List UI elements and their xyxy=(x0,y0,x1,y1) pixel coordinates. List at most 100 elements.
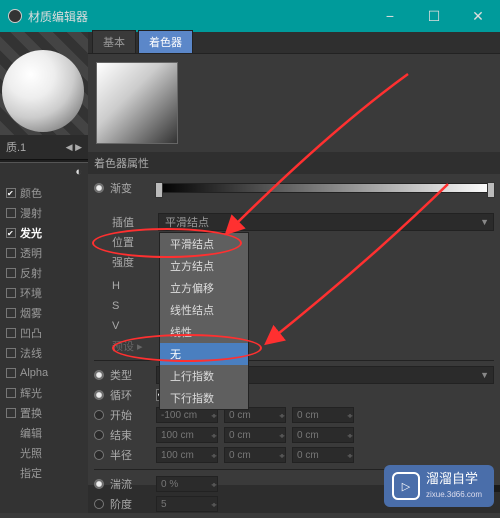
preview-nav-arrows[interactable]: ◀ ▶ xyxy=(66,142,82,153)
chevron-down-icon: ▼ xyxy=(480,370,489,380)
channel-row-illum[interactable]: 光照 xyxy=(0,443,88,463)
left-column: 质.1 ◀ ▶ ◐ 颜色 漫射 发光 透明 反射 环境 烟雾 凹凸 法线 Alp… xyxy=(0,32,88,485)
material-preview[interactable] xyxy=(0,32,88,135)
channel-label: 编辑 xyxy=(20,425,82,441)
channel-label: 发光 xyxy=(20,225,82,241)
channel-row-diffuse[interactable]: 漫射 xyxy=(0,203,88,223)
channel-label: 烟雾 xyxy=(20,305,82,321)
channel-toggle[interactable] xyxy=(6,348,16,358)
channel-row-transparency[interactable]: 透明 xyxy=(0,243,88,263)
menu-item[interactable]: 线性 xyxy=(160,321,248,343)
channel-toggle[interactable] xyxy=(6,308,16,318)
material-name[interactable]: 质.1 xyxy=(6,139,26,155)
channel-label: 透明 xyxy=(20,245,82,261)
octaves-input[interactable]: 5 xyxy=(156,496,218,512)
label-end: 结束 xyxy=(110,427,150,443)
section-header: 着色器属性 xyxy=(88,152,500,174)
right-column: 基本 着色器 着色器属性 渐变 插值 平滑结点 ▼ 平滑结点 xyxy=(88,32,500,485)
radio-type[interactable] xyxy=(94,370,104,380)
channel-row-normal[interactable]: 法线 xyxy=(0,343,88,363)
menu-item-highlight[interactable]: 无 xyxy=(160,343,248,365)
play-icon: ▷ xyxy=(392,472,420,500)
label-start: 开始 xyxy=(110,407,150,423)
label-octaves: 阶度 xyxy=(110,496,150,512)
channel-row-bump[interactable]: 凹凸 xyxy=(0,323,88,343)
shader-thumbnail[interactable] xyxy=(96,62,178,144)
channel-label: 指定 xyxy=(20,465,82,481)
menu-item[interactable]: 上行指数 xyxy=(160,365,248,387)
radio-end[interactable] xyxy=(94,430,104,440)
label-intensity: 强度 xyxy=(112,254,152,270)
menu-item[interactable]: 下行指数 xyxy=(160,387,248,409)
menu-item[interactable]: 立方偏移 xyxy=(160,277,248,299)
radio-oct[interactable] xyxy=(94,499,104,509)
channel-toggle[interactable] xyxy=(6,408,16,418)
window-title: 材质编辑器 xyxy=(28,8,368,25)
channel-row-color[interactable]: 颜色 xyxy=(0,183,88,203)
channel-toggle[interactable] xyxy=(6,248,16,258)
label-radius: 半径 xyxy=(110,447,150,463)
label-type: 类型 xyxy=(110,367,150,383)
channel-toggle[interactable] xyxy=(6,388,16,398)
label-position: 位置 xyxy=(112,234,152,250)
channel-row-luminance[interactable]: 发光 xyxy=(0,223,88,243)
channel-row-edit[interactable]: 编辑 xyxy=(0,423,88,443)
radio-radius[interactable] xyxy=(94,450,104,460)
radio-turb[interactable] xyxy=(94,479,104,489)
gradient-bar[interactable] xyxy=(156,183,494,193)
title-bar: 材质编辑器 − ☐ ✕ xyxy=(0,0,500,32)
channel-toggle[interactable] xyxy=(6,288,16,298)
close-button[interactable]: ✕ xyxy=(456,0,500,32)
channel-toggle[interactable] xyxy=(6,328,16,338)
channel-toggle[interactable] xyxy=(6,268,16,278)
channel-toggle[interactable] xyxy=(6,208,16,218)
turbulence-input[interactable]: 0 % xyxy=(156,476,218,492)
preview-sphere-render xyxy=(2,50,84,132)
channel-label: 环境 xyxy=(20,285,82,301)
label-cycle: 循环 xyxy=(110,387,150,403)
end-y-input[interactable]: 0 cm xyxy=(224,427,286,443)
channel-row-displacement[interactable]: 置换 xyxy=(0,403,88,423)
chevron-down-icon: ▼ xyxy=(480,217,489,227)
channel-row-alpha[interactable]: Alpha xyxy=(0,363,88,383)
menu-item[interactable]: 立方结点 xyxy=(160,255,248,277)
end-x-input[interactable]: 100 cm xyxy=(156,427,218,443)
settings-icon[interactable]: ◐ xyxy=(75,166,82,178)
watermark-title: 溜溜自学 xyxy=(426,472,482,486)
label-v: V xyxy=(112,320,132,332)
start-z-input[interactable]: 0 cm xyxy=(292,407,354,423)
label-s: S xyxy=(112,300,132,312)
channel-row-glow[interactable]: 辉光 xyxy=(0,383,88,403)
interp-dropdown[interactable]: 平滑结点 ▼ 平滑结点 立方结点 立方偏移 线性结点 线性 无 上行指数 下行指… xyxy=(158,213,494,231)
channel-toggle[interactable] xyxy=(6,228,16,238)
radius-x-input[interactable]: 100 cm xyxy=(156,447,218,463)
end-z-input[interactable]: 0 cm xyxy=(292,427,354,443)
watermark-url: zixue.3d66.com xyxy=(426,490,482,499)
tab-basic[interactable]: 基本 xyxy=(92,30,136,53)
channel-row-environment[interactable]: 环境 xyxy=(0,283,88,303)
minimize-button[interactable]: − xyxy=(368,0,412,32)
menu-item[interactable]: 平滑结点 xyxy=(160,233,248,255)
channel-label: 光照 xyxy=(20,445,82,461)
channel-row-assign[interactable]: 指定 xyxy=(0,463,88,483)
label-interp: 插值 xyxy=(112,214,152,230)
channel-label: Alpha xyxy=(20,367,82,379)
radio-gradient[interactable] xyxy=(94,183,104,193)
radius-y-input[interactable]: 0 cm xyxy=(224,447,286,463)
menu-item[interactable]: 线性结点 xyxy=(160,299,248,321)
radio-start[interactable] xyxy=(94,410,104,420)
channel-label: 法线 xyxy=(20,345,82,361)
label-h: H xyxy=(112,280,132,292)
watermark-badge: ▷ 溜溜自学 zixue.3d66.com xyxy=(384,465,494,507)
channel-row-fog[interactable]: 烟雾 xyxy=(0,303,88,323)
radio-cycle[interactable] xyxy=(94,390,104,400)
label-turbulence: 湍流 xyxy=(110,476,150,492)
tab-shader[interactable]: 着色器 xyxy=(138,30,193,53)
channel-toggle[interactable] xyxy=(6,188,16,198)
restore-button[interactable]: ☐ xyxy=(412,0,456,32)
channel-label: 凹凸 xyxy=(20,325,82,341)
channel-toggle[interactable] xyxy=(6,368,16,378)
radius-z-input[interactable]: 0 cm xyxy=(292,447,354,463)
channel-row-reflection[interactable]: 反射 xyxy=(0,263,88,283)
interp-value: 平滑结点 xyxy=(165,214,209,230)
